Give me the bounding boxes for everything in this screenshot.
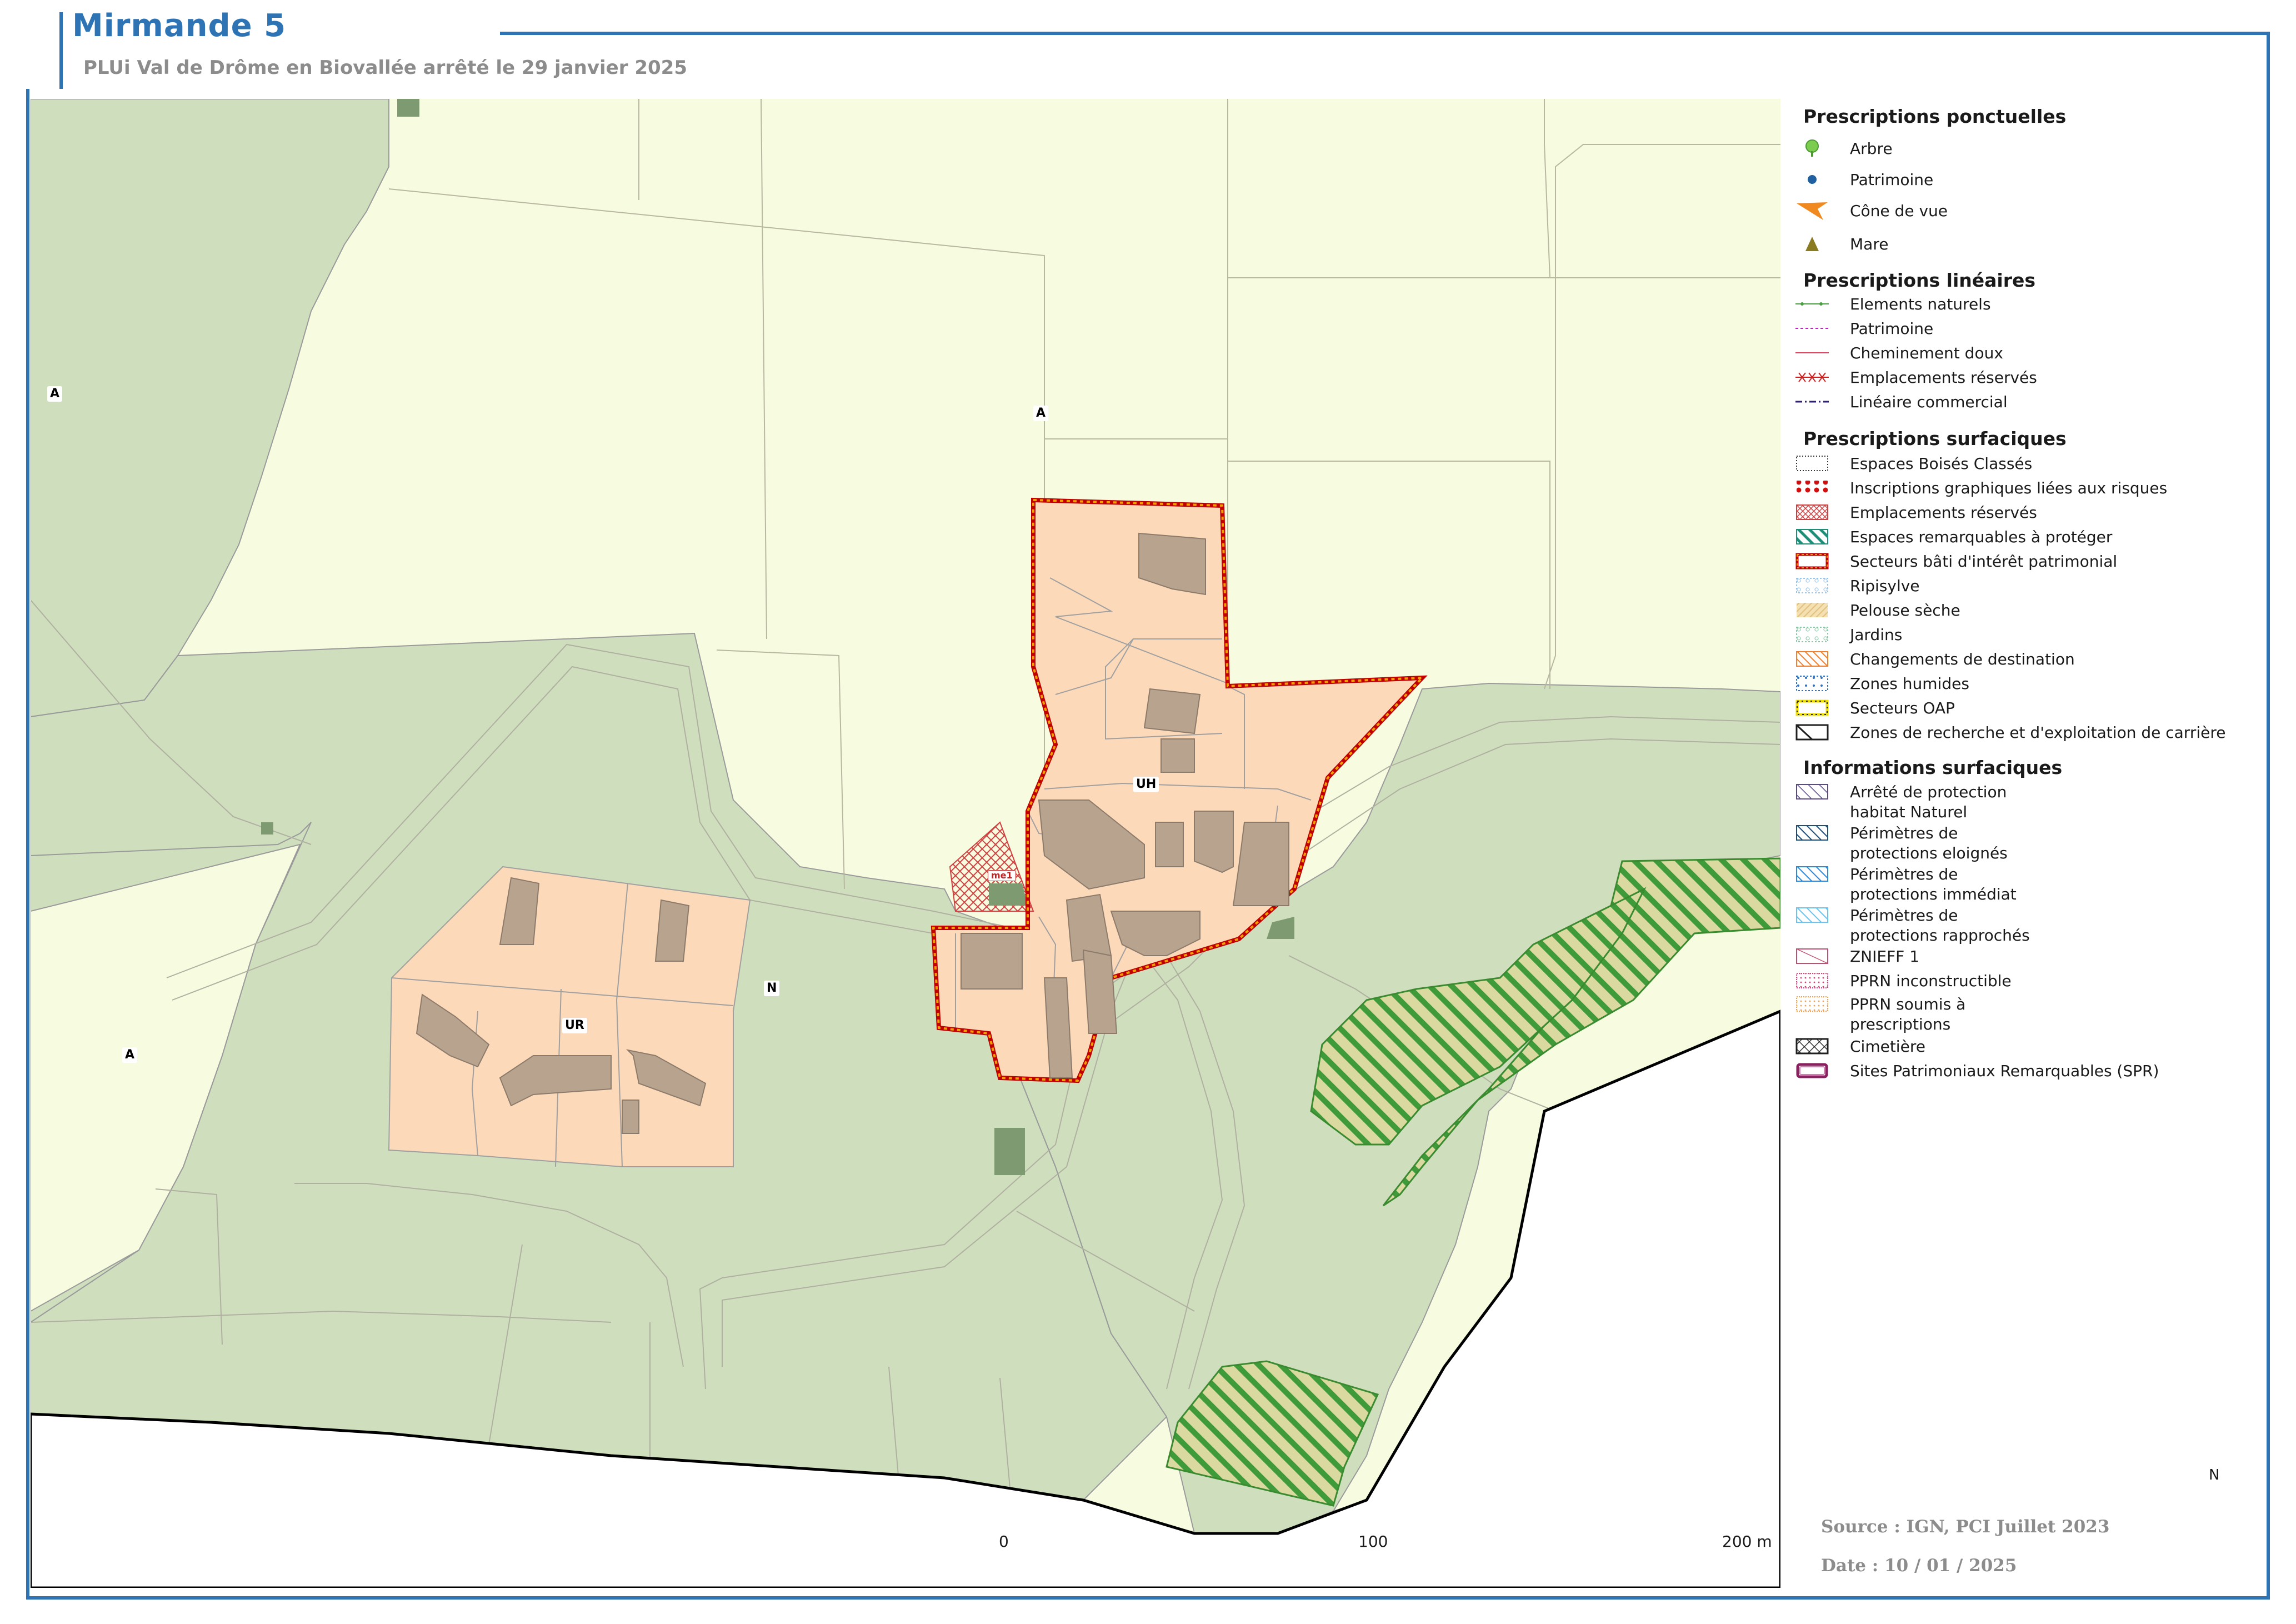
dot-icon xyxy=(1808,175,1817,184)
natural-line-icon xyxy=(1795,302,1829,306)
ripisylve-swatch-icon xyxy=(1796,578,1828,593)
quarry-swatch-icon xyxy=(1795,724,1829,741)
legend-label: Elements naturels xyxy=(1850,295,1991,313)
close-protection-swatch-icon xyxy=(1796,907,1828,923)
zone-label-a: A xyxy=(1033,406,1049,421)
legend-heading-ponctuelles: Prescriptions ponctuelles xyxy=(1803,106,2067,127)
zone-label-a: A xyxy=(47,386,63,402)
legend-label-line2: protections immédiat xyxy=(1850,885,2017,903)
legend-label: Zones de recherche et d'exploitation de … xyxy=(1850,723,2226,742)
date-text: Date : 10 / 01 / 2025 xyxy=(1821,1556,2017,1576)
zone-label-a: A xyxy=(122,1047,138,1063)
habitat-swatch-icon xyxy=(1796,784,1828,799)
legend-heading-surfaciques: Prescriptions surfaciques xyxy=(1803,428,2067,449)
cemetery-swatch-icon xyxy=(1795,1038,1829,1055)
legend-label: Périmètres de xyxy=(1850,865,1958,883)
immediate-protection-swatch-icon xyxy=(1796,866,1828,882)
north-label: N xyxy=(2209,1467,2220,1483)
cemetery-patch xyxy=(989,883,1028,906)
legend-label: Sites Patrimoniaux Remarquables (SPR) xyxy=(1850,1062,2159,1080)
legend-label: Linéaire commercial xyxy=(1850,393,2008,411)
remarkable-swatch-icon xyxy=(1796,529,1828,544)
legend-label: Patrimoine xyxy=(1850,319,1934,338)
legend-label: Ripisylve xyxy=(1850,577,1920,595)
legend-label: Arrêté de protection xyxy=(1850,783,2007,801)
legend-label: ZNIEFF 1 xyxy=(1850,947,1920,966)
spr-swatch-icon xyxy=(1796,1063,1828,1078)
view-cone-icon xyxy=(1797,202,1828,220)
pprn-prescription-swatch-icon xyxy=(1796,996,1828,1012)
legend-label: Périmètres de xyxy=(1850,824,1958,842)
legend-label: Périmètres de xyxy=(1850,906,1958,925)
wetland-swatch-icon xyxy=(1796,676,1828,691)
legend-label: Secteurs bâti d'intérêt patrimonial xyxy=(1850,552,2118,571)
reserved-line-icon xyxy=(1795,372,1829,382)
page-title: Mirmande 5 xyxy=(72,8,287,44)
map-canvas[interactable] xyxy=(31,99,1780,1588)
source-text: Source : IGN, PCI Juillet 2023 xyxy=(1821,1517,2110,1537)
scale-tick-100: 100 xyxy=(1358,1532,1388,1551)
legend-label-line2: protections rapprochés xyxy=(1850,926,2030,945)
legend-label: Pelouse sèche xyxy=(1850,601,1960,619)
legend-label: Cimetière xyxy=(1850,1037,1925,1056)
legend-label: Inscriptions graphiques liées aux risque… xyxy=(1850,479,2168,497)
pelouse-swatch-icon xyxy=(1797,603,1828,617)
legend-label: Mare xyxy=(1850,235,1889,253)
legend-label-line2: prescriptions xyxy=(1850,1015,1951,1033)
reserved-swatch-icon xyxy=(1796,504,1828,520)
path-line-icon xyxy=(1795,352,1829,353)
destination-swatch-icon xyxy=(1796,651,1828,667)
scale-tick-0: 0 xyxy=(999,1532,1009,1551)
legend-label: Cône de vue xyxy=(1850,202,1948,220)
patrimonial-swatch-icon xyxy=(1795,553,1829,569)
legend-label: Secteurs OAP xyxy=(1850,699,1955,717)
legend-label: Espaces remarquables à protéger xyxy=(1850,528,2113,546)
legend-label: Jardins xyxy=(1850,626,1903,644)
legend-heading-informations: Informations surfaciques xyxy=(1803,757,2063,778)
zone-label-uh: UH xyxy=(1133,777,1159,792)
legend-label: Arbre xyxy=(1850,139,1893,158)
garden-swatch-icon xyxy=(1796,627,1828,642)
legend-label: Emplacements réservés xyxy=(1850,368,2037,387)
reserved-label: me1 xyxy=(988,870,1016,881)
zone-label-ur: UR xyxy=(562,1018,587,1033)
heritage-line-icon xyxy=(1795,328,1829,329)
legend-label-line2: habitat Naturel xyxy=(1850,803,1968,821)
legend-label: Espaces Boisés Classés xyxy=(1850,454,2033,473)
pprn-unbuildable-swatch-icon xyxy=(1796,973,1828,988)
triangle-icon xyxy=(1805,237,1819,251)
legend-label: Zones humides xyxy=(1850,674,1969,693)
legend-label: PPRN soumis à xyxy=(1850,995,1966,1013)
znieff-swatch-icon xyxy=(1796,948,1828,964)
legend-label-line2: protections eloignés xyxy=(1850,844,2008,862)
far-protection-swatch-icon xyxy=(1796,825,1828,841)
legend-label: Changements de destination xyxy=(1850,650,2075,668)
tree-icon xyxy=(1805,139,1819,157)
legend-label: Emplacements réservés xyxy=(1850,503,2037,522)
ebc-swatch-icon xyxy=(1796,456,1828,471)
zone-label-n: N xyxy=(764,981,780,996)
risk-swatch-icon xyxy=(1797,481,1828,495)
legend-heading-lineaires: Prescriptions linéaires xyxy=(1803,269,2036,291)
legend-label: PPRN inconstructible xyxy=(1850,972,2012,990)
scale-tick-200: 200 m xyxy=(1722,1532,1772,1551)
legend-label: Patrimoine xyxy=(1850,171,1934,189)
legend-label: Cheminement doux xyxy=(1850,344,2003,362)
commercial-line-icon xyxy=(1795,401,1829,403)
page-subtitle: PLUi Val de Drôme en Biovallée arrêté le… xyxy=(83,57,687,79)
oap-swatch-icon xyxy=(1795,699,1829,716)
